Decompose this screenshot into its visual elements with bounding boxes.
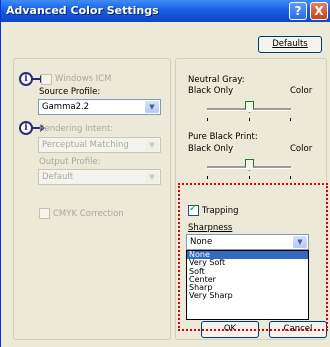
close-button[interactable]: X <box>310 2 328 20</box>
slider-tick <box>207 176 208 179</box>
pure-black-max-label: Color <box>290 144 313 154</box>
chevron-down-icon: ▼ <box>145 171 159 183</box>
chevron-down-icon: ▼ <box>145 139 159 151</box>
rendering-intent-label: Rendering Intent: <box>39 124 114 134</box>
cmyk-correction-label: CMYK Correction <box>53 209 124 219</box>
slider-tick <box>290 176 291 179</box>
title-bar: Advanced Color Settings ? X <box>1 0 330 22</box>
arrow-icon <box>31 75 45 83</box>
advanced-color-settings-window: Advanced Color Settings ? X Defaults i W… <box>0 0 330 347</box>
output-profile-label: Output Profile: <box>39 157 101 167</box>
windows-icm-label: Windows ICM <box>55 74 112 84</box>
slider-tick <box>249 118 250 121</box>
slider-tick <box>290 118 291 121</box>
defaults-button[interactable]: Defaults <box>258 36 322 53</box>
source-profile-label: Source Profile: <box>39 87 101 97</box>
rendering-intent-value: Perceptual Matching <box>42 140 129 150</box>
chevron-down-icon: ▼ <box>145 101 159 113</box>
slider-tick <box>249 176 250 179</box>
windows-icm-checkbox[interactable] <box>41 74 52 85</box>
source-profile-value: Gamma2.2 <box>42 102 90 112</box>
cmyk-correction-checkbox[interactable] <box>39 208 50 219</box>
neutral-gray-label: Neutral Gray: <box>188 75 245 85</box>
highlight-annotation <box>178 183 328 331</box>
slider-tick <box>207 118 208 121</box>
output-profile-combo[interactable]: Default ▼ <box>38 169 161 185</box>
neutral-gray-max-label: Color <box>290 86 313 96</box>
rendering-intent-combo[interactable]: Perceptual Matching ▼ <box>38 137 161 153</box>
source-profile-combo[interactable]: Gamma2.2 ▼ <box>38 99 161 115</box>
neutral-gray-min-label: Black Only <box>188 86 234 96</box>
output-profile-value: Default <box>42 172 74 182</box>
defaults-button-label: Defaults <box>272 39 308 49</box>
pure-black-min-label: Black Only <box>188 144 234 154</box>
window-title: Advanced Color Settings <box>6 4 159 17</box>
pure-black-print-label: Pure Black Print: <box>188 132 258 142</box>
help-button[interactable]: ? <box>289 2 307 20</box>
